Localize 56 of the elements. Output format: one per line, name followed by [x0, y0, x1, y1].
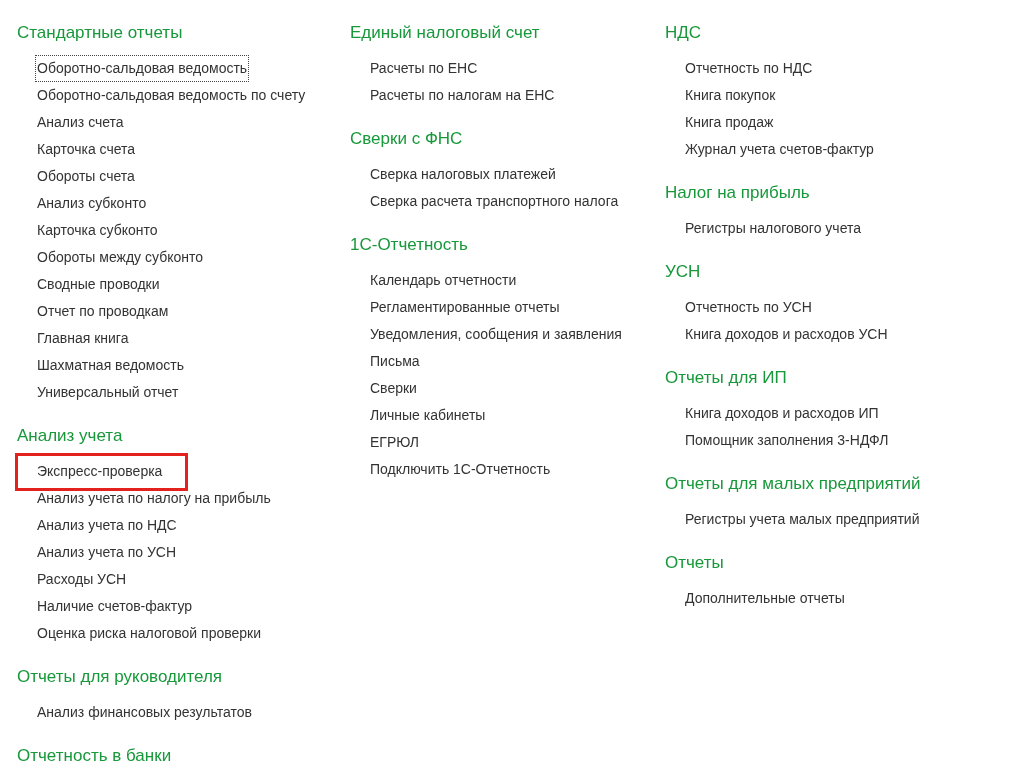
report-link[interactable]: Обороты между субконто: [35, 243, 206, 271]
report-link[interactable]: Письма: [368, 347, 422, 375]
report-link[interactable]: Расчеты по ЕНС: [368, 54, 480, 82]
report-link[interactable]: Анализ учета по УСН: [35, 538, 179, 566]
section-heading: Отчеты для малых предприятий: [665, 473, 922, 495]
report-link[interactable]: Анализ учета по налогу на прибыль: [35, 484, 273, 512]
report-link[interactable]: Карточка счета: [35, 135, 138, 163]
report-link[interactable]: Дополнительные отчеты: [683, 584, 847, 612]
section-heading: НДС: [665, 22, 703, 44]
report-link[interactable]: Отчетность по НДС: [683, 54, 815, 82]
report-link[interactable]: Отчет по проводкам: [35, 297, 171, 325]
report-link[interactable]: Сверка расчета транспортного налога: [368, 187, 621, 215]
report-link[interactable]: Оборотно-сальдовая ведомость: [35, 54, 250, 82]
report-link[interactable]: Оценка риска налоговой проверки: [35, 619, 264, 647]
report-link[interactable]: Шахматная ведомость: [35, 351, 186, 379]
section-heading: Анализ учета: [17, 425, 124, 447]
report-link[interactable]: Журнал учета счетов-фактур: [683, 135, 876, 163]
section-heading: УСН: [665, 261, 702, 283]
report-link[interactable]: Анализ счета: [35, 108, 126, 136]
report-link[interactable]: Книга покупок: [683, 81, 778, 109]
section-heading: Отчеты: [665, 552, 725, 574]
report-link[interactable]: Подключить 1С-Отчетность: [368, 455, 553, 483]
report-link[interactable]: Книга продаж: [683, 108, 776, 136]
report-link[interactable]: Сверка налоговых платежей: [368, 160, 558, 188]
report-link[interactable]: Книга доходов и расходов ИП: [683, 399, 881, 427]
section-heading: Сверки с ФНС: [350, 128, 464, 150]
report-link[interactable]: Анализ субконто: [35, 189, 149, 217]
report-link[interactable]: Карточка субконто: [35, 216, 160, 244]
report-link[interactable]: Анализ учета по НДС: [35, 511, 179, 539]
report-link[interactable]: Расходы УСН: [35, 565, 129, 593]
report-link[interactable]: Анализ финансовых результатов: [35, 698, 254, 726]
section-heading: 1С-Отчетность: [350, 234, 469, 256]
report-link[interactable]: Наличие счетов-фактур: [35, 592, 195, 620]
report-link[interactable]: Отчетность по УСН: [683, 293, 814, 321]
report-link[interactable]: Личные кабинеты: [368, 401, 488, 429]
section-heading: Единый налоговый счет: [350, 22, 541, 44]
section-heading: Отчетность в банки: [17, 745, 173, 767]
report-link[interactable]: Помощник заполнения 3-НДФЛ: [683, 426, 891, 454]
report-link[interactable]: Расчеты по налогам на ЕНС: [368, 81, 557, 109]
report-link[interactable]: Сводные проводки: [35, 270, 162, 298]
section-heading: Налог на прибыль: [665, 182, 811, 204]
report-link[interactable]: Оборотно-сальдовая ведомость по счету: [35, 81, 308, 109]
report-link[interactable]: Уведомления, сообщения и заявления: [368, 320, 624, 348]
report-link[interactable]: ЕГРЮЛ: [368, 428, 421, 456]
report-link[interactable]: Календарь отчетности: [368, 266, 519, 294]
report-link[interactable]: Универсальный отчет: [35, 378, 181, 406]
report-link[interactable]: Главная книга: [35, 324, 131, 352]
report-link[interactable]: Регистры учета малых предприятий: [683, 505, 922, 533]
report-link[interactable]: Сверки: [368, 374, 419, 402]
report-link[interactable]: Регистры налогового учета: [683, 214, 863, 242]
report-link[interactable]: Регламентированные отчеты: [368, 293, 562, 321]
section-heading: Стандартные отчеты: [17, 22, 184, 44]
section-heading: Отчеты для ИП: [665, 367, 788, 389]
report-link[interactable]: Книга доходов и расходов УСН: [683, 320, 890, 348]
section-heading: Отчеты для руководителя: [17, 666, 224, 688]
report-link[interactable]: Обороты счета: [35, 162, 137, 190]
